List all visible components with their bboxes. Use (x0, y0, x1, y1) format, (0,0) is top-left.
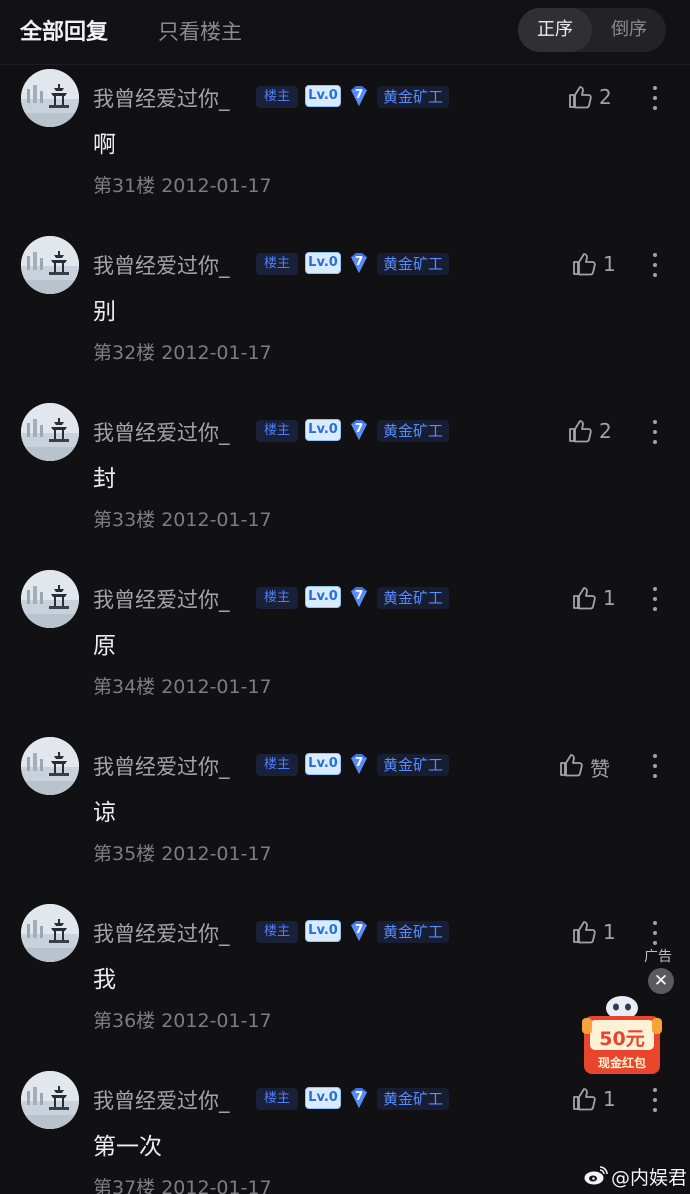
reply-content: 第一次 (93, 1134, 162, 1160)
rank-number: 7 (354, 1089, 364, 1103)
floor-date: 第37楼 2012-01-17 (93, 1177, 272, 1194)
rank-number: 7 (354, 254, 364, 268)
ad-label: 广告 (644, 949, 672, 965)
like-count: 1 (603, 1087, 616, 1111)
header-divider (0, 64, 690, 65)
thumbs-up-icon (560, 754, 583, 777)
rank-name: 黄金矿工 (377, 86, 449, 108)
thumbs-up-icon (573, 1088, 596, 1111)
reply-item: 我曾经爱过你_ 楼主 Lv.0 7 黄金矿工 1 别 第32楼 2012-01-… (0, 236, 690, 403)
owner-badge: 楼主 (256, 253, 298, 275)
more-options-icon[interactable] (651, 586, 659, 612)
floor-date: 第34楼 2012-01-17 (93, 676, 272, 698)
weibo-icon (584, 1166, 608, 1185)
reply-content: 谅 (93, 800, 116, 826)
level-badge: Lv.0 (305, 419, 341, 441)
more-options-icon[interactable] (651, 85, 659, 111)
thumbs-up-icon (573, 921, 596, 944)
avatar[interactable] (21, 904, 79, 962)
avatar[interactable] (21, 236, 79, 294)
ad-amount: 50元 (599, 1028, 645, 1050)
rank-name: 黄金矿工 (377, 587, 449, 609)
tab-owner-only[interactable]: 只看楼主 (158, 16, 242, 46)
rank-name: 黄金矿工 (377, 754, 449, 776)
level-badge: Lv.0 (305, 920, 341, 942)
level-badge: Lv.0 (305, 753, 341, 775)
avatar[interactable] (21, 737, 79, 795)
more-options-icon[interactable] (651, 1087, 659, 1113)
ad-caption: 现金红包 (597, 1056, 646, 1070)
rank-name: 黄金矿工 (377, 921, 449, 943)
rank-number: 7 (354, 421, 364, 435)
more-options-icon[interactable] (651, 920, 659, 946)
reply-item: 我曾经爱过你_ 楼主 Lv.0 7 黄金矿工 2 啊 第31楼 2012-01-… (0, 69, 690, 236)
more-options-icon[interactable] (651, 252, 659, 278)
owner-badge: 楼主 (256, 420, 298, 442)
avatar[interactable] (21, 69, 79, 127)
floor-date: 第36楼 2012-01-17 (93, 1010, 272, 1032)
rank-number: 7 (354, 755, 364, 769)
thumbs-up-icon (573, 253, 596, 276)
reply-item: 我曾经爱过你_ 楼主 Lv.0 7 黄金矿工 2 封 第33楼 2012-01-… (0, 403, 690, 570)
username[interactable]: 我曾经爱过你_ (93, 584, 230, 614)
close-icon[interactable]: ✕ (648, 968, 674, 994)
sort-ascending-button[interactable]: 正序 (518, 8, 592, 52)
username[interactable]: 我曾经爱过你_ (93, 1085, 230, 1115)
like-count: 1 (603, 586, 616, 610)
floor-date: 第33楼 2012-01-17 (93, 509, 272, 531)
username[interactable]: 我曾经爱过你_ (93, 918, 230, 948)
more-options-icon[interactable] (651, 753, 659, 779)
reply-content: 封 (93, 466, 116, 492)
tab-all-replies[interactable]: 全部回复 (20, 14, 108, 46)
sort-descending-button[interactable]: 倒序 (592, 8, 666, 52)
reply-item: 我曾经爱过你_ 楼主 Lv.0 7 黄金矿工 赞 谅 第35楼 2012-01-… (0, 737, 690, 904)
owner-badge: 楼主 (256, 754, 298, 776)
like-count: 赞 (590, 757, 610, 781)
thumbs-up-icon (569, 420, 592, 443)
red-packet-ad[interactable]: 50元 现金红包 (582, 994, 662, 1078)
owner-badge: 楼主 (256, 587, 298, 609)
reply-content: 我 (93, 967, 116, 993)
avatar[interactable] (21, 403, 79, 461)
rank-number: 7 (354, 588, 364, 602)
like-count: 2 (599, 85, 612, 109)
reply-filter-bar: 全部回复 只看楼主 正序 倒序 (0, 0, 690, 64)
username[interactable]: 我曾经爱过你_ (93, 751, 230, 781)
thumbs-up-icon (569, 86, 592, 109)
level-badge: Lv.0 (305, 85, 341, 107)
reply-item: 我曾经爱过你_ 楼主 Lv.0 7 黄金矿工 1 原 第34楼 2012-01-… (0, 570, 690, 737)
like-count: 2 (599, 419, 612, 443)
username[interactable]: 我曾经爱过你_ (93, 83, 230, 113)
rank-name: 黄金矿工 (377, 253, 449, 275)
avatar[interactable] (21, 1071, 79, 1129)
reply-content: 别 (93, 299, 116, 325)
floor-date: 第32楼 2012-01-17 (93, 342, 272, 364)
sort-toggle: 正序 倒序 (518, 8, 666, 52)
avatar[interactable] (21, 570, 79, 628)
owner-badge: 楼主 (256, 1088, 298, 1110)
level-badge: Lv.0 (305, 252, 341, 274)
rank-name: 黄金矿工 (377, 420, 449, 442)
reply-content: 原 (93, 633, 116, 659)
floor-date: 第35楼 2012-01-17 (93, 843, 272, 865)
thumbs-up-icon (573, 587, 596, 610)
rank-name: 黄金矿工 (377, 1088, 449, 1110)
rank-number: 7 (354, 922, 364, 936)
username[interactable]: 我曾经爱过你_ (93, 250, 230, 280)
username[interactable]: 我曾经爱过你_ (93, 417, 230, 447)
rank-number: 7 (354, 87, 364, 101)
owner-badge: 楼主 (256, 921, 298, 943)
more-options-icon[interactable] (651, 419, 659, 445)
owner-badge: 楼主 (256, 86, 298, 108)
like-count: 1 (603, 920, 616, 944)
watermark-text: @内娱君 (611, 1167, 688, 1189)
floor-date: 第31楼 2012-01-17 (93, 175, 272, 197)
reply-content: 啊 (93, 132, 116, 158)
level-badge: Lv.0 (305, 586, 341, 608)
level-badge: Lv.0 (305, 1087, 341, 1109)
like-count: 1 (603, 252, 616, 276)
